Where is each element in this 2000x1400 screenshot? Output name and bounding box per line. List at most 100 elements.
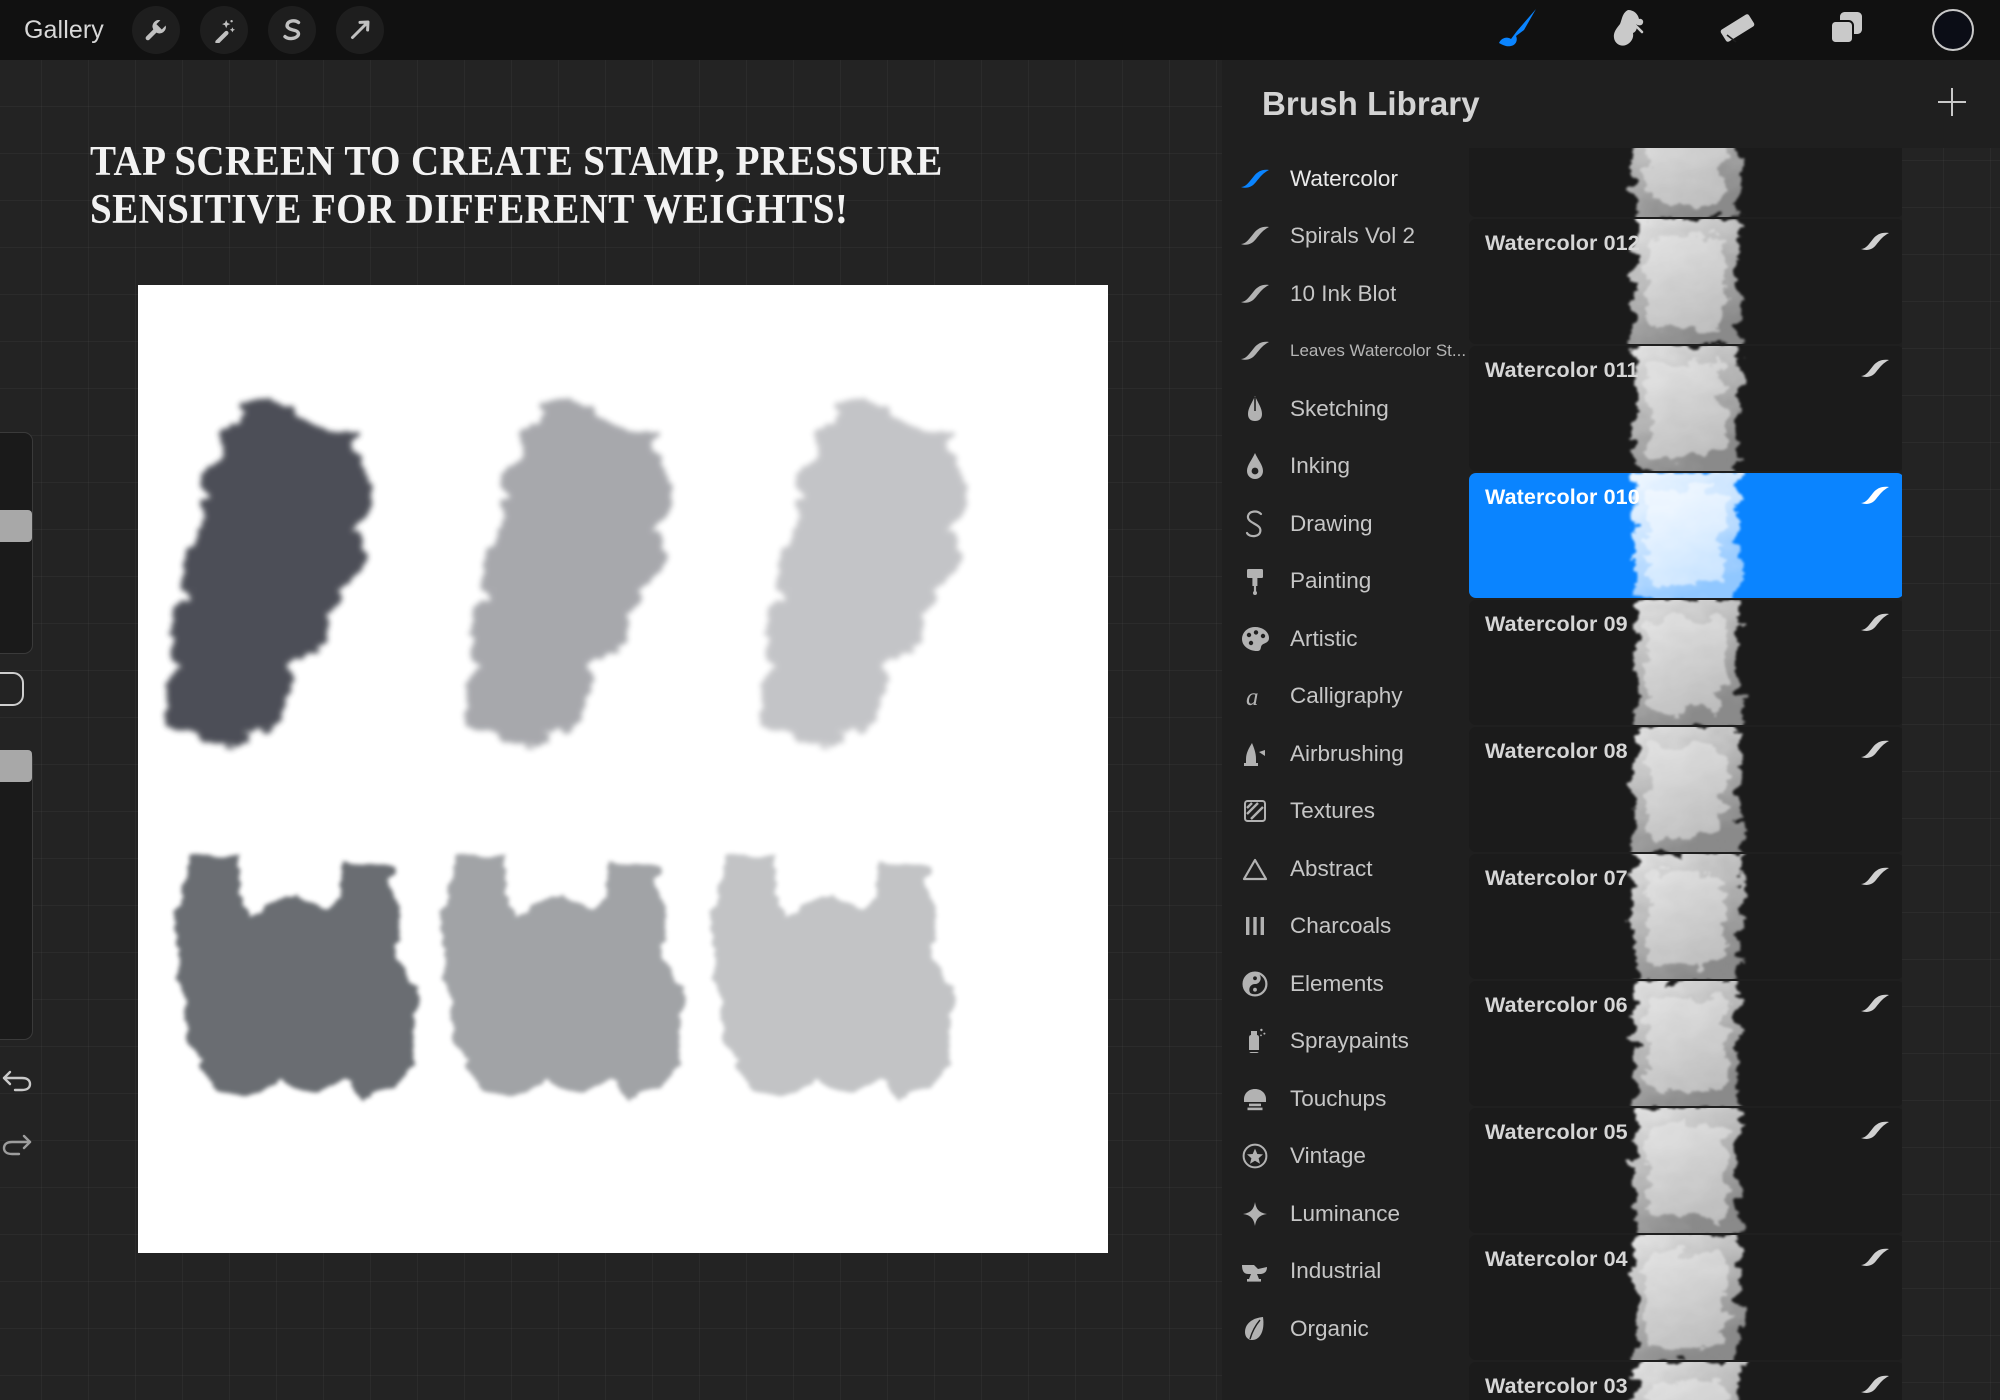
anvil-icon	[1238, 1258, 1272, 1284]
brush-item-label: Watercolor 06	[1485, 993, 1628, 1017]
brush-category-list[interactable]: Watercolor Spirals Vol 2 10 Ink Blot Leaves…	[1222, 148, 1469, 1400]
brush-category-label: Calligraphy	[1290, 683, 1403, 709]
erase-tool-button[interactable]	[1712, 8, 1764, 52]
brush-category-10-ink-blot[interactable]: 10 Ink Blot	[1222, 265, 1469, 323]
star-circle-icon	[1238, 1142, 1272, 1170]
brush-category-label: Industrial	[1290, 1258, 1382, 1284]
brush-category-label: Watercolor	[1290, 165, 1398, 191]
brush-category-elements[interactable]: Elements	[1222, 955, 1469, 1013]
dome-brush-icon	[1238, 1085, 1272, 1113]
brush-stroke-icon	[1860, 1374, 1890, 1400]
brush-category-label: Touchups	[1290, 1085, 1387, 1111]
hatched-square-icon	[1238, 798, 1272, 824]
brush-category-label: Charcoals	[1290, 913, 1392, 939]
brush-category-calligraphy[interactable]: a Calligraphy	[1222, 668, 1469, 726]
brush-item-label: Watercolor 05	[1485, 1120, 1628, 1144]
brush-category-abstract[interactable]: Abstract	[1222, 840, 1469, 898]
brush-category-painting[interactable]: Painting	[1222, 553, 1469, 611]
brush-stroke-icon	[1860, 231, 1890, 258]
brush-list[interactable]: Watercolor 012 Watercolor 011 Watercolor…	[1469, 148, 2000, 1400]
brush-item-watercolor-09[interactable]: Watercolor 09	[1469, 600, 1904, 725]
top-toolbar: Gallery	[0, 0, 2000, 60]
letter-a-icon: a	[1238, 681, 1272, 711]
stamp-bottom-3	[710, 850, 953, 1100]
brush-stroke-icon	[1238, 281, 1272, 307]
brush-stroke-icon	[1860, 358, 1890, 385]
brush-size-slider[interactable]	[0, 432, 33, 654]
nib-icon	[1238, 451, 1272, 481]
canvas-artwork	[165, 404, 970, 1100]
brush-item-watercolor-012[interactable]: Watercolor 012	[1469, 219, 1904, 344]
paint-tool-button[interactable]	[1492, 8, 1544, 52]
brush-item-label: Watercolor 08	[1485, 739, 1628, 763]
brush-category-drawing[interactable]: Drawing	[1222, 495, 1469, 553]
brush-category-label: Vintage	[1290, 1143, 1366, 1169]
brush-category-organic[interactable]: Organic	[1222, 1300, 1469, 1358]
brush-stroke-icon	[1860, 1120, 1890, 1147]
brush-item-watercolor-08[interactable]: Watercolor 08	[1469, 727, 1904, 852]
brush-item-watercolor-04[interactable]: Watercolor 04	[1469, 1235, 1904, 1360]
brush-category-artistic[interactable]: Artistic	[1222, 610, 1469, 668]
toolbar-left-group: Gallery	[0, 6, 384, 54]
brush-item-watercolor-06[interactable]: Watercolor 06	[1469, 981, 1904, 1106]
brush-category-leaves-watercolor-st[interactable]: Leaves Watercolor St...	[1222, 323, 1469, 381]
brush-item-watercolor-05[interactable]: Watercolor 05	[1469, 1108, 1904, 1233]
stamp-bottom-1	[174, 850, 417, 1100]
layers-button[interactable]	[1822, 8, 1874, 52]
pencil-tip-icon	[1238, 394, 1272, 424]
transform-button[interactable]	[335, 6, 384, 54]
sidebar-controls	[0, 432, 40, 1212]
leaf-icon	[1238, 1314, 1272, 1344]
smudge-tool-button[interactable]	[1602, 8, 1654, 52]
brush-category-spirals-vol-2[interactable]: Spirals Vol 2	[1222, 208, 1469, 266]
brush-library-body: Watercolor Spirals Vol 2 10 Ink Blot Leaves…	[1222, 148, 2000, 1400]
brush-category-label: Drawing	[1290, 510, 1373, 536]
undo-icon[interactable]	[0, 1058, 38, 1100]
brush-size-thumb[interactable]	[0, 510, 32, 542]
actions-button[interactable]	[131, 6, 180, 54]
add-brush-button[interactable]	[1930, 82, 1974, 126]
brush-category-textures[interactable]: Textures	[1222, 783, 1469, 841]
plus-icon	[1935, 85, 1969, 124]
brush-library-header: Brush Library	[1222, 60, 2000, 148]
color-swatch-button[interactable]	[1932, 9, 1974, 51]
brush-item-watercolor-011[interactable]: Watercolor 011	[1469, 346, 1904, 471]
brush-category-industrial[interactable]: Industrial	[1222, 1243, 1469, 1301]
selection-icon	[279, 17, 305, 43]
layers-icon	[1827, 8, 1869, 53]
drawing-canvas[interactable]	[138, 285, 1108, 1253]
redo-icon[interactable]	[0, 1122, 38, 1164]
brush-category-airbrushing[interactable]: Airbrushing	[1222, 725, 1469, 783]
brush-category-spraypaints[interactable]: Spraypaints	[1222, 1013, 1469, 1071]
modify-button[interactable]	[0, 672, 24, 706]
opacity-slider[interactable]	[0, 750, 33, 1040]
opacity-thumb[interactable]	[0, 750, 32, 782]
smudge-icon	[1608, 7, 1648, 54]
brush-category-charcoals[interactable]: Charcoals	[1222, 898, 1469, 956]
brush-category-inking[interactable]: Inking	[1222, 438, 1469, 496]
magic-wand-icon	[211, 17, 237, 43]
brush-category-label: Inking	[1290, 453, 1351, 479]
selection-button[interactable]	[267, 6, 316, 54]
canvas-headline: TAP SCREEN TO CREATE STAMP, PRESSURE SEN…	[90, 138, 1076, 235]
brush-category-sketching[interactable]: Sketching	[1222, 380, 1469, 438]
spray-can-icon	[1238, 1026, 1272, 1056]
procreate-app: TAP SCREEN TO CREATE STAMP, PRESSURE SEN…	[0, 0, 2000, 1400]
adjustments-button[interactable]	[199, 6, 248, 54]
brush-stroke-icon	[1860, 866, 1890, 893]
brush-category-luminance[interactable]: Luminance	[1222, 1185, 1469, 1243]
brush-category-touchups[interactable]: Touchups	[1222, 1070, 1469, 1128]
brush-category-label: Artistic	[1290, 625, 1358, 651]
stamp-top-2	[465, 404, 675, 748]
gallery-button[interactable]: Gallery	[16, 14, 112, 47]
yin-yang-icon	[1238, 970, 1272, 998]
toolbar-right-group	[1492, 8, 2000, 52]
brush-item-watercolor-010[interactable]: Watercolor 010	[1469, 473, 1904, 598]
brush-item-label: Watercolor 09	[1485, 612, 1628, 636]
brush-category-label: Sketching	[1290, 395, 1389, 421]
brush-item-watercolor-07[interactable]: Watercolor 07	[1469, 854, 1904, 979]
brush-item-watercolor-03[interactable]: Watercolor 03	[1469, 1362, 1904, 1400]
brush-item-partial[interactable]	[1469, 148, 1904, 217]
brush-category-watercolor[interactable]: Watercolor	[1222, 150, 1469, 208]
brush-category-vintage[interactable]: Vintage	[1222, 1128, 1469, 1186]
